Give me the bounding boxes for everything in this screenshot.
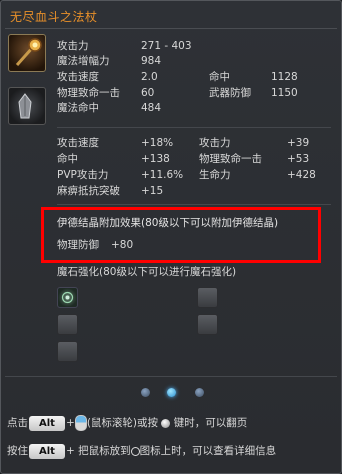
hint2-mid: + 把鼠标放到 (66, 445, 131, 457)
bonus-hp-label: 生命力 (199, 169, 231, 181)
stat-crit-value: 60 (141, 87, 155, 99)
stat-attack-speed-value: 2.0 (141, 71, 158, 83)
bonus-pvp-attack-label: PVP攻击力 (57, 169, 109, 181)
bonus-paralysis-value: +15 (141, 185, 164, 197)
bonus-crit-value: +53 (287, 153, 310, 165)
manastone-slot-4[interactable] (197, 314, 218, 335)
stat-parry-value: 1150 (271, 87, 298, 99)
stat-attack-speed-label: 攻击速度 (57, 71, 99, 83)
title-divider (5, 28, 337, 29)
bonus-attack-speed-value: +18% (141, 137, 174, 149)
idian-stat-value: +80 (111, 239, 134, 251)
page-indicator (1, 387, 341, 399)
idian-stat: 物理防御 +80 (57, 237, 133, 252)
manastone-gem-icon (61, 291, 74, 304)
item-title: 无尽血斗之法杖 (10, 10, 98, 24)
stat-parry-label: 武器防御 (209, 87, 251, 99)
stat-magic-accuracy-value: 484 (141, 102, 162, 114)
hint1-plus: + (66, 417, 75, 429)
item-tooltip: 无尽血斗之法杖 攻击力 271 - 403 魔法增幅力 984 攻击速度 2.0… (0, 0, 342, 474)
hint2-prefix: 按住 (7, 445, 28, 457)
stat-magic-accuracy-label: 魔法命中 (57, 102, 99, 114)
idian-title: 伊德结晶附加效果(80级以下可以附加伊德结晶) (57, 217, 279, 229)
alt-key-badge-2: Alt (29, 443, 65, 459)
manastone-slot-3[interactable] (57, 314, 78, 335)
bonus-crit-label: 物理致命一击 (199, 153, 262, 165)
hint-line-1: 点击 Alt + (鼠标滚轮)或按 键时，可以翻页 (7, 414, 247, 432)
info-circle-icon (130, 446, 140, 456)
mouse-wheel-icon (74, 415, 87, 431)
stat-attack-label: 攻击力 (57, 40, 89, 52)
hint-line-2: 按住 Alt + 把鼠标放到 图标上时，可以查看详细信息 (7, 442, 276, 460)
bonus-paralysis-label: 麻痹抵抗突破 (57, 185, 120, 197)
bonus-attack-value: +39 (287, 137, 310, 149)
bonus-pvp-attack-value: +11.6% (141, 169, 184, 181)
rune-stone-icon (8, 87, 46, 125)
page-dot-1[interactable] (141, 388, 150, 397)
bonus-attack-label: 攻击力 (199, 137, 231, 149)
stat-accuracy-label: 命中 (209, 71, 230, 83)
idian-stat-label: 物理防御 (57, 239, 99, 251)
stat-attack-value: 271 - 403 (141, 40, 192, 52)
manastone-slot-1[interactable] (57, 287, 78, 308)
scroll-key-icon (161, 418, 171, 428)
manastone-title: 魔石强化(80级以下可以进行魔石强化) (57, 266, 237, 278)
stats-divider (57, 127, 331, 128)
alt-key-badge: Alt (29, 415, 65, 431)
bonus-accuracy-label: 命中 (57, 153, 78, 165)
staff-icon (8, 34, 46, 72)
hint1-mid: (鼠标滚轮)或按 (86, 417, 159, 429)
footer-divider (5, 376, 337, 377)
stat-accuracy-value: 1128 (271, 71, 298, 83)
bonus-attack-speed-label: 攻击速度 (57, 137, 99, 149)
hint2-suffix: 图标上时，可以查看详细信息 (139, 445, 277, 457)
manastone-slot-2[interactable] (197, 287, 218, 308)
page-dot-2[interactable] (167, 388, 176, 397)
hint1-suffix: 键时，可以翻页 (173, 417, 248, 429)
manastone-slot-5[interactable] (57, 341, 78, 362)
bonus-hp-value: +428 (287, 169, 316, 181)
stat-crit-label: 物理致命一击 (57, 87, 120, 99)
stat-magic-boost-value: 984 (141, 55, 162, 67)
hint1-prefix: 点击 (7, 417, 28, 429)
page-dot-3[interactable] (195, 388, 204, 397)
stat-magic-boost-label: 魔法增幅力 (57, 55, 110, 67)
bonus-accuracy-value: +138 (141, 153, 170, 165)
bonus-divider (57, 204, 331, 205)
